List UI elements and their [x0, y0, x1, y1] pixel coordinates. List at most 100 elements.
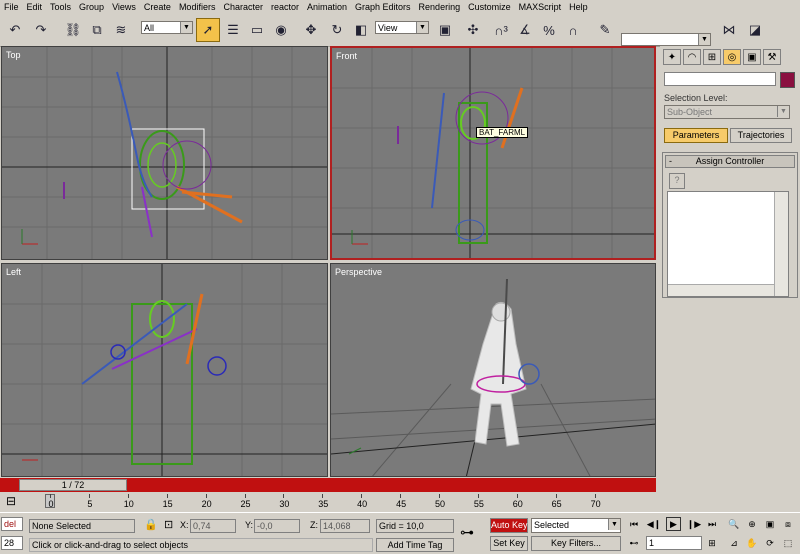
absolute-mode-icon[interactable]: ⊡	[164, 518, 173, 531]
play-icon[interactable]: ▶	[666, 517, 681, 531]
window-crossing-icon[interactable]: ◉	[270, 19, 292, 41]
pan-icon[interactable]: ✋	[744, 536, 760, 550]
previous-frame-icon[interactable]: ◀❙	[646, 517, 662, 531]
menu-item[interactable]: Tools	[46, 2, 75, 12]
zoom-extents-all-icon[interactable]: ⧈	[780, 517, 796, 531]
tree-horizontal-scrollbar[interactable]	[668, 284, 774, 296]
percent-snap-icon[interactable]: %	[538, 19, 560, 41]
viewport-label-left[interactable]: Left	[6, 267, 21, 277]
create-tab-icon[interactable]: ✦	[663, 49, 681, 65]
select-object-icon[interactable]: ➚	[196, 18, 220, 42]
go-to-start-icon[interactable]: ⏮	[626, 517, 642, 531]
viewport-front[interactable]: Front BAT_FARML	[330, 46, 656, 260]
manipulate-icon[interactable]: ✣	[462, 19, 484, 41]
grid-size-display: Grid = 10,0	[376, 519, 454, 533]
undo-icon[interactable]: ↶	[4, 19, 26, 41]
utilities-tab-icon[interactable]: ⚒	[763, 49, 781, 65]
angle-snap-icon[interactable]: ∡	[514, 19, 536, 41]
display-tab-icon[interactable]: ▣	[743, 49, 761, 65]
go-to-end-icon[interactable]: ⏭	[704, 517, 720, 531]
maxscript-listener-bottom[interactable]: 28	[1, 536, 23, 550]
menu-item[interactable]: Rendering	[415, 2, 465, 12]
menu-item[interactable]: File	[0, 2, 23, 12]
viewport-label-perspective[interactable]: Perspective	[335, 267, 382, 277]
select-link-icon[interactable]: ⛓	[62, 19, 84, 41]
unlink-icon[interactable]: ⧉	[86, 19, 108, 41]
y-coordinate-field[interactable]: -0,0	[254, 519, 300, 533]
time-slider-track[interactable]: 1 / 72	[0, 478, 656, 492]
object-name-field[interactable]	[664, 72, 776, 86]
next-frame-icon[interactable]: ❙▶	[686, 517, 702, 531]
menu-item[interactable]: Group	[75, 2, 108, 12]
sub-object-dropdown[interactable]: Sub-Object ▼	[664, 105, 790, 119]
menu-item[interactable]: Edit	[23, 2, 47, 12]
key-mode-dropdown[interactable]: Selected ▼	[531, 518, 621, 533]
key-filters-button[interactable]: Key Filters...	[531, 536, 621, 551]
timeline-tick	[244, 494, 246, 498]
select-by-name-icon[interactable]: ☰	[222, 19, 244, 41]
zoom-icon[interactable]: 🔍	[726, 517, 742, 531]
track-bar[interactable]: ⊟ 0 5 10 15 20 25 30 35 40 45 50 55 60 65 70	[0, 494, 656, 512]
timeline-tick-label: 30	[279, 499, 290, 509]
viewport-left[interactable]: Left	[1, 263, 328, 477]
reference-coordinate-dropdown[interactable]: View ▼	[375, 21, 429, 34]
menu-item[interactable]: Modifiers	[175, 2, 220, 12]
trajectories-button[interactable]: Trajectories	[730, 128, 792, 143]
menu-item[interactable]: Create	[140, 2, 175, 12]
add-time-tag-button[interactable]: Add Time Tag	[376, 538, 454, 552]
menu-item[interactable]: Character	[219, 2, 267, 12]
move-icon[interactable]: ✥	[300, 19, 322, 41]
auto-key-button[interactable]: Auto Key	[490, 518, 528, 533]
menu-item[interactable]: Views	[108, 2, 140, 12]
zoom-all-icon[interactable]: ⊕	[744, 517, 760, 531]
field-of-view-icon[interactable]: ⊿	[726, 536, 742, 550]
menu-item[interactable]: reactor	[267, 2, 303, 12]
named-selection-dropdown[interactable]: ▼	[621, 33, 711, 46]
z-coordinate-field[interactable]: 14,068	[320, 519, 370, 533]
time-configuration-icon[interactable]: ⊞	[704, 536, 720, 550]
menu-item[interactable]: Customize	[464, 2, 515, 12]
time-slider-thumb[interactable]: 1 / 72	[19, 479, 127, 491]
edit-named-selection-icon[interactable]: ✎	[594, 19, 616, 41]
maxscript-listener-top[interactable]: del	[1, 517, 23, 531]
pivot-center-icon[interactable]: ▣	[434, 19, 456, 41]
current-frame-field[interactable]: 1	[646, 536, 702, 550]
align-icon[interactable]: ◪	[744, 19, 766, 41]
menu-item[interactable]: Graph Editors	[351, 2, 415, 12]
rect-selection-icon[interactable]: ▭	[246, 19, 268, 41]
zoom-extents-icon[interactable]: ▣	[762, 517, 778, 531]
bind-space-warp-icon[interactable]: ≋	[110, 19, 132, 41]
assign-controller-icon[interactable]: ?	[669, 173, 685, 189]
key-mode-toggle-icon[interactable]: ⊷	[626, 536, 642, 550]
controller-tree[interactable]	[667, 191, 789, 297]
hierarchy-tab-icon[interactable]: ⊞	[703, 49, 721, 65]
x-coordinate-field[interactable]: 0,74	[190, 519, 236, 533]
set-key-mode-icon[interactable]: ⊶	[460, 524, 474, 541]
set-key-button[interactable]: Set Key	[490, 536, 528, 551]
parameters-button[interactable]: Parameters	[664, 128, 728, 143]
rotate-icon[interactable]: ↻	[326, 19, 348, 41]
redo-icon[interactable]: ↷	[30, 19, 52, 41]
viewport-label-top[interactable]: Top	[6, 50, 21, 60]
object-color-swatch[interactable]	[780, 72, 795, 88]
modify-tab-icon[interactable]: ◠	[683, 49, 701, 65]
mini-curve-editor-icon[interactable]: ⊟	[6, 494, 16, 508]
lock-icon[interactable]: 🔒	[144, 518, 158, 531]
viewport-perspective[interactable]: Perspective	[330, 263, 656, 477]
viewport-top[interactable]: Top	[1, 46, 328, 260]
tree-vertical-scrollbar[interactable]	[774, 192, 788, 296]
scale-icon[interactable]: ◧	[350, 19, 372, 41]
maximize-viewport-icon[interactable]: ⬚	[780, 536, 796, 550]
motion-tab-icon[interactable]: ◎	[723, 49, 741, 65]
menu-item[interactable]: Animation	[303, 2, 351, 12]
rollout-header[interactable]: - Assign Controller	[665, 155, 795, 168]
menu-item[interactable]: MAXScript	[515, 2, 566, 12]
snap-3d-icon[interactable]: ∩³	[490, 19, 512, 41]
spinner-snap-icon[interactable]: ∩	[562, 19, 584, 41]
selection-filter-dropdown[interactable]: All ▼	[141, 21, 193, 34]
viewport-label-front[interactable]: Front	[336, 51, 357, 61]
menu-item[interactable]: Help	[565, 2, 592, 12]
mirror-icon[interactable]: ⋈	[718, 19, 740, 41]
arc-rotate-icon[interactable]: ⟳	[762, 536, 778, 550]
rollout-collapse-toggle[interactable]: -	[669, 156, 672, 166]
